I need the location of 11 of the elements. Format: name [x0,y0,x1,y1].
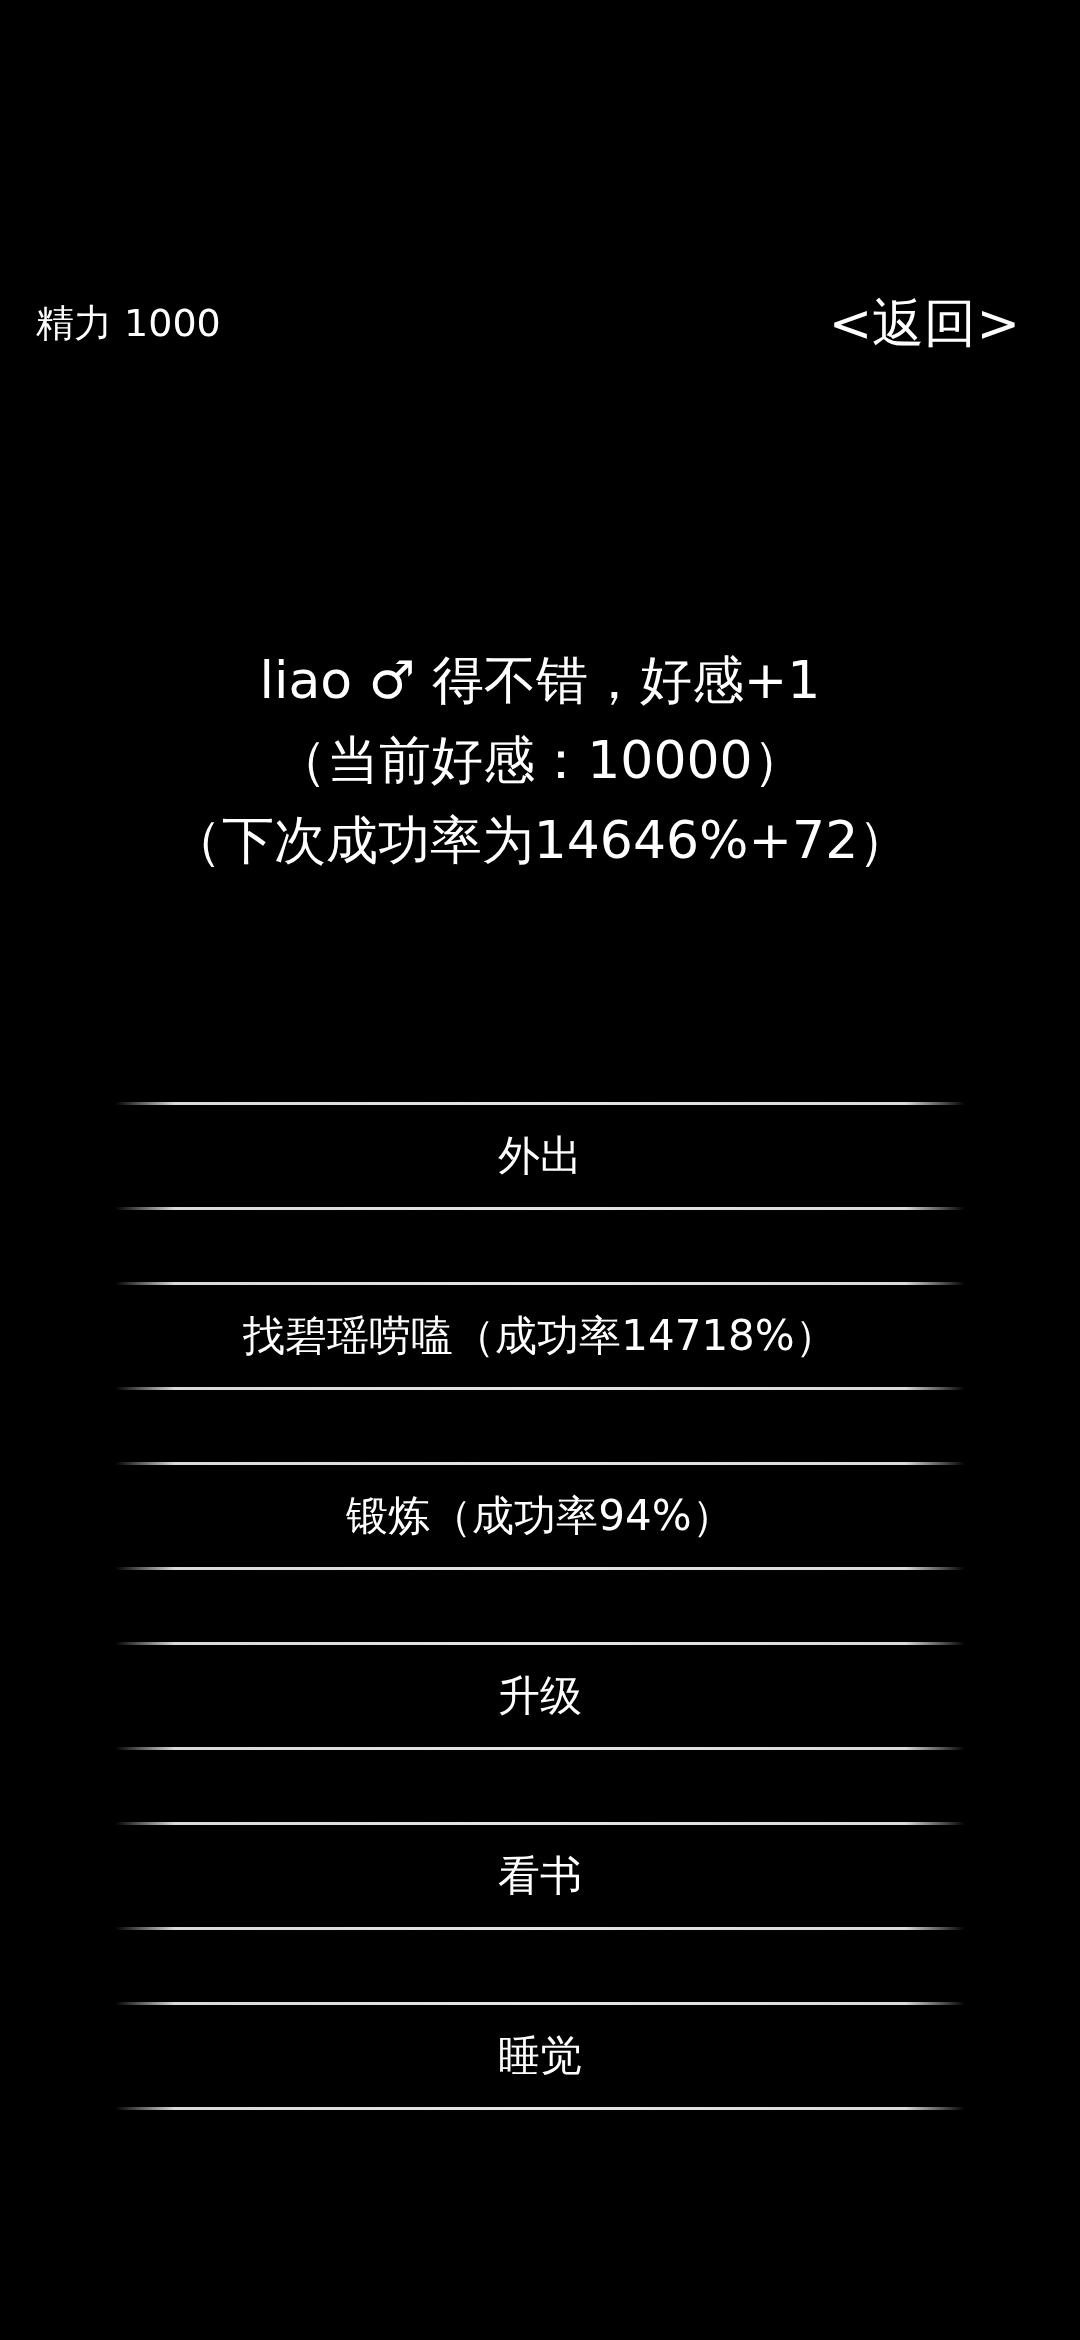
back-link[interactable]: <返回> [828,297,1020,349]
action-button[interactable]: 升级 [115,1642,965,1750]
action-button[interactable]: 找碧瑶唠嗑（成功率14718%） [115,1282,965,1390]
message-text: （当前好感：10000） [275,729,805,792]
action-button[interactable]: 锻炼（成功率94%） [115,1462,965,1570]
message-text: liao ♂ 得不错，好感+1 [259,649,821,712]
action-button[interactable]: 睡觉 [115,2002,965,2110]
action-button[interactable]: 外出 [115,1102,965,1210]
action-button[interactable]: 看书 [115,1822,965,1930]
energy-label: 精力 1000 [36,304,221,342]
message-text: （下次成功率为14646%+72） [169,809,911,872]
